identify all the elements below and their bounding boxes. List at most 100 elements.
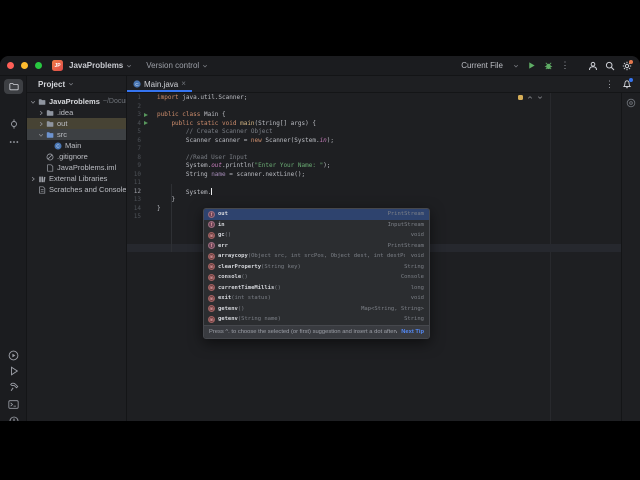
- code-line-10[interactable]: String name = scanner.nextLine();: [127, 171, 621, 180]
- services-tool-icon[interactable]: [4, 348, 23, 363]
- project-widget[interactable]: JavaProblems: [69, 61, 123, 70]
- build-tool-icon[interactable]: [4, 379, 23, 394]
- method-icon: m: [208, 231, 215, 239]
- notification-badge: [629, 78, 633, 82]
- code-line-4[interactable]: public static void main(String[] args) {: [127, 120, 621, 129]
- tree-item-scratches-and-consoles[interactable]: Scratches and Consoles: [27, 184, 126, 195]
- run-gutter-icon[interactable]: [144, 121, 148, 125]
- completion-item-getenv[interactable]: m getenv (String name) String: [204, 314, 429, 325]
- tab-close-icon[interactable]: ×: [181, 80, 186, 88]
- method-icon: m: [208, 294, 215, 302]
- tree-item--idea[interactable]: .idea: [27, 107, 126, 118]
- next-tip-link[interactable]: Next Tip: [401, 329, 424, 335]
- editor-tab-strip: C Main.java × ⋮: [127, 76, 640, 92]
- tree-chevron-icon[interactable]: [38, 110, 44, 116]
- problems-tool-icon[interactable]: [4, 413, 23, 421]
- completion-item-console[interactable]: m console() Console: [204, 272, 429, 283]
- completion-item-arraycopy[interactable]: m arraycopy (Object src, int srcPos, Objec…: [204, 251, 429, 262]
- field-icon: f: [208, 221, 215, 229]
- inspection-settings-icon[interactable]: [626, 95, 636, 113]
- previous-problem-icon[interactable]: [527, 95, 533, 100]
- tree-item-out[interactable]: out: [27, 118, 126, 129]
- completion-name: err: [218, 242, 228, 249]
- field-icon: f: [208, 242, 215, 250]
- tree-item-external-libraries[interactable]: External Libraries: [27, 173, 126, 184]
- tree-chevron-icon[interactable]: [30, 176, 36, 182]
- debug-button[interactable]: [543, 61, 553, 71]
- tree-item--gitignore[interactable]: .gitignore: [27, 151, 126, 162]
- completion-item-gc[interactable]: m gc() void: [204, 230, 429, 241]
- project-tool-window-header[interactable]: Project: [27, 76, 127, 92]
- settings-gear-icon[interactable]: [622, 59, 633, 71]
- next-problem-icon[interactable]: [537, 95, 543, 100]
- completion-item-currentTimeMillis[interactable]: m currentTimeMillis() long: [204, 283, 429, 294]
- completion-return-type: Console: [400, 274, 424, 281]
- vcs-widget[interactable]: Version control: [146, 61, 199, 70]
- completion-return-type: void: [410, 232, 424, 239]
- run-tool-icon[interactable]: [4, 363, 23, 378]
- code-line-5[interactable]: // Create Scanner Object: [127, 128, 621, 137]
- completion-name: getenv: [218, 316, 238, 323]
- tree-chevron-icon[interactable]: [30, 99, 36, 105]
- completion-item-out[interactable]: f out PrintStream: [204, 209, 429, 220]
- field-icon: f: [208, 210, 215, 218]
- close-window-button[interactable]: [7, 62, 14, 69]
- completion-item-clearProperty[interactable]: m clearProperty (String key) String: [204, 262, 429, 273]
- completion-item-getenv[interactable]: m getenv() Map<String, String>: [204, 304, 429, 315]
- run-gutter-icon[interactable]: [144, 112, 148, 117]
- completion-item-err[interactable]: f err PrintStream: [204, 241, 429, 252]
- method-icon: m: [208, 252, 215, 260]
- completion-return-type: InputStream: [387, 221, 424, 228]
- search-icon[interactable]: [605, 61, 615, 71]
- run-button[interactable]: [526, 61, 536, 71]
- tree-item-main[interactable]: C Main: [27, 140, 126, 151]
- chevron-down-icon: [203, 64, 208, 67]
- project-logo-icon[interactable]: JP: [52, 60, 63, 71]
- tree-item-javaproblems[interactable]: JavaProblems~/Documents/Jav: [27, 96, 126, 107]
- completion-name: exit: [218, 295, 232, 302]
- more-tool-windows-icon[interactable]: [4, 134, 23, 149]
- code-line-11[interactable]: [127, 179, 621, 188]
- terminal-tool-icon[interactable]: [4, 397, 23, 412]
- tree-item-src[interactable]: src: [27, 129, 126, 140]
- code-with-me-icon[interactable]: [588, 61, 598, 71]
- git-file-icon: [46, 153, 54, 160]
- inspections-widget[interactable]: [518, 95, 543, 100]
- completion-return-type: long: [410, 284, 424, 291]
- screenshot-stage: JP JavaProblems Version control Current …: [0, 0, 640, 480]
- chevron-down-icon: [127, 64, 132, 67]
- more-actions-button[interactable]: ⋮: [560, 61, 570, 71]
- tab-options-icon[interactable]: ⋮: [605, 79, 614, 89]
- code-line-9[interactable]: System.out.println("Enter Your Name: ");: [127, 162, 621, 171]
- minimize-window-button[interactable]: [21, 62, 28, 69]
- commit-tool-icon[interactable]: [4, 116, 23, 131]
- completion-item-exit[interactable]: m exit (int status) void: [204, 293, 429, 304]
- project-tool-icon[interactable]: [4, 79, 23, 94]
- notifications-bell-icon[interactable]: [622, 78, 633, 89]
- tree-item-label: External Libraries: [49, 174, 108, 183]
- completion-params: (String name): [237, 316, 281, 323]
- text-caret: [211, 187, 213, 195]
- code-line-1[interactable]: import java.util.Scanner;: [127, 94, 621, 103]
- run-configuration-widget[interactable]: Current File: [461, 61, 503, 70]
- completion-params: (): [241, 274, 248, 281]
- code-line-2[interactable]: [127, 103, 621, 112]
- method-icon: m: [208, 284, 215, 292]
- tree-item-label: src: [57, 130, 67, 139]
- scratch-icon: [39, 185, 46, 194]
- editor-scroll-strip[interactable]: [621, 93, 640, 421]
- tree-chevron-icon[interactable]: [38, 132, 44, 138]
- code-line-12[interactable]: System.: [127, 187, 621, 197]
- fullscreen-window-button[interactable]: [35, 62, 42, 69]
- folder-src-icon: [46, 131, 54, 138]
- code-line-7[interactable]: [127, 145, 621, 154]
- tab-main-java[interactable]: C Main.java ×: [127, 76, 192, 92]
- tree-chevron-icon[interactable]: [38, 121, 44, 127]
- completion-item-in[interactable]: f in InputStream: [204, 220, 429, 231]
- completion-params: (Object src, int srcPos, Object dest, in…: [247, 253, 405, 260]
- code-line-6[interactable]: Scanner scanner = new Scanner(System.in)…: [127, 137, 621, 146]
- code-line-3[interactable]: public class Main {: [127, 111, 621, 120]
- tree-item-javaproblems-iml[interactable]: JavaProblems.iml: [27, 162, 126, 173]
- code-line-13[interactable]: }: [127, 196, 621, 205]
- code-line-8[interactable]: //Read User Input: [127, 154, 621, 163]
